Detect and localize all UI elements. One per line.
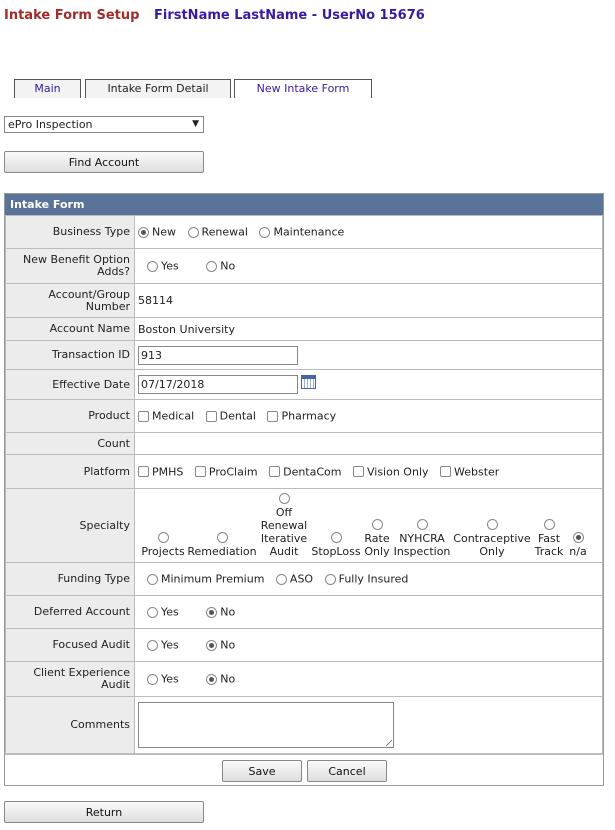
focused-yes-radio[interactable]	[147, 639, 158, 651]
account-number-value: 58114	[134, 283, 603, 318]
specialty-fast-track-radio[interactable]	[543, 519, 555, 530]
dropdown-arrow-icon: ▼	[192, 119, 199, 129]
funding-aso-radio[interactable]	[275, 573, 287, 585]
row-deferred-account: Deferred Account Yes No	[5, 595, 603, 629]
specialty-rate-only-radio[interactable]	[371, 519, 383, 530]
transaction-id-label: Transaction ID	[5, 340, 135, 370]
tab-bar: Main Intake Form Detail New Intake Form	[14, 79, 374, 98]
platform-proclaim-checkbox[interactable]	[194, 466, 206, 478]
row-business-type: Business Type New Renewal Maintenance	[5, 215, 603, 249]
row-specialty: Specialty Projects Remediation Off Renewal…	[5, 488, 603, 563]
deferred-no-radio[interactable]	[206, 606, 218, 618]
count-label: Count	[5, 432, 135, 455]
specialty-off-renewal-radio[interactable]	[278, 493, 290, 504]
effective-date-label: Effective Date	[5, 369, 135, 400]
focused-no-radio[interactable]	[206, 639, 218, 651]
funding-minimum-premium-radio[interactable]	[147, 573, 158, 585]
business-type-new-radio[interactable]	[138, 226, 149, 238]
row-platform: Platform PMHS ProClaim DentaCom Vision O…	[5, 454, 603, 489]
cancel-button[interactable]: Cancel	[307, 760, 387, 782]
form-type-select[interactable]: ePro Inspection ▼	[4, 116, 204, 133]
row-account-name: Account Name Boston University	[5, 317, 603, 341]
page-title: Intake Form Setup	[4, 8, 140, 23]
row-benefit-option: New Benefit Option Adds? Yes No	[5, 248, 603, 284]
benefit-yes-radio[interactable]	[147, 260, 158, 272]
effective-date-input[interactable]: 07/17/2018	[138, 375, 298, 394]
transaction-id-input[interactable]: 913	[138, 345, 298, 365]
specialty-contraceptive-radio[interactable]	[486, 519, 498, 530]
platform-pmhs-checkbox[interactable]	[138, 466, 149, 478]
deferred-account-label: Deferred Account	[5, 595, 135, 629]
form-type-select-value: ePro Inspection	[8, 118, 93, 131]
account-number-label: Account/Group Number	[5, 283, 135, 318]
benefit-option-label: New Benefit Option Adds?	[5, 248, 135, 284]
specialty-stoploss-radio[interactable]	[330, 532, 342, 543]
account-name-label: Account Name	[5, 317, 135, 341]
business-type-renewal-radio[interactable]	[187, 226, 199, 238]
tab-main[interactable]: Main	[14, 79, 81, 98]
platform-label: Platform	[5, 454, 135, 489]
return-button[interactable]: Return	[4, 801, 204, 823]
page-header: Intake Form Setup FirstName LastName - U…	[4, 8, 425, 23]
row-focused-audit: Focused Audit Yes No	[5, 628, 603, 662]
specialty-nyhcra-radio[interactable]	[416, 519, 428, 530]
intake-form-panel: Intake Form Business Type New Renewal Ma…	[4, 193, 604, 786]
form-button-row: Save Cancel	[5, 754, 603, 785]
funding-type-label: Funding Type	[5, 562, 135, 596]
product-medical-checkbox[interactable]	[138, 410, 149, 422]
user-info: FirstName LastName - UserNo 15676	[153, 8, 425, 23]
platform-vision-only-checkbox[interactable]	[352, 466, 364, 478]
account-name-value: Boston University	[134, 317, 603, 341]
row-client-experience: Client Experience Audit Yes No	[5, 661, 603, 697]
comments-textarea[interactable]	[138, 702, 394, 748]
save-button[interactable]: Save	[222, 760, 302, 782]
count-value	[134, 432, 603, 455]
specialty-remediation-radio[interactable]	[216, 532, 228, 543]
focused-audit-label: Focused Audit	[5, 628, 135, 662]
client-exp-no-radio[interactable]	[206, 673, 218, 685]
row-product: Product Medical Dental Pharmacy	[5, 399, 603, 433]
row-count: Count	[5, 432, 603, 455]
specialty-label: Specialty	[5, 488, 135, 563]
comments-label: Comments	[5, 696, 135, 754]
platform-webster-checkbox[interactable]	[440, 466, 452, 478]
funding-fully-insured-radio[interactable]	[324, 573, 336, 585]
row-account-number: Account/Group Number 58114	[5, 283, 603, 318]
business-type-label: Business Type	[5, 215, 135, 249]
product-pharmacy-checkbox[interactable]	[267, 410, 279, 422]
row-funding-type: Funding Type Minimum Premium ASO Fully I…	[5, 562, 603, 596]
tab-intake-form-detail[interactable]: Intake Form Detail	[85, 79, 231, 98]
product-dental-checkbox[interactable]	[205, 410, 217, 422]
platform-dentacom-checkbox[interactable]	[269, 466, 281, 478]
row-transaction-id: Transaction ID 913	[5, 340, 603, 370]
business-type-maintenance-radio[interactable]	[259, 226, 271, 238]
specialty-projects-radio[interactable]	[157, 532, 169, 543]
product-label: Product	[5, 399, 135, 433]
specialty-na-radio[interactable]	[572, 532, 584, 543]
find-account-button[interactable]: Find Account	[4, 151, 204, 173]
client-experience-label: Client Experience Audit	[5, 661, 135, 697]
client-exp-yes-radio[interactable]	[147, 673, 158, 685]
row-comments: Comments	[5, 696, 603, 754]
deferred-yes-radio[interactable]	[147, 606, 158, 618]
intake-form-heading: Intake Form	[5, 194, 603, 215]
benefit-no-radio[interactable]	[206, 260, 218, 272]
intake-form-table: Business Type New Renewal Maintenance Ne…	[5, 215, 603, 754]
calendar-icon[interactable]	[301, 375, 316, 389]
tab-new-intake-form[interactable]: New Intake Form	[234, 79, 372, 98]
row-effective-date: Effective Date 07/17/2018	[5, 369, 603, 400]
